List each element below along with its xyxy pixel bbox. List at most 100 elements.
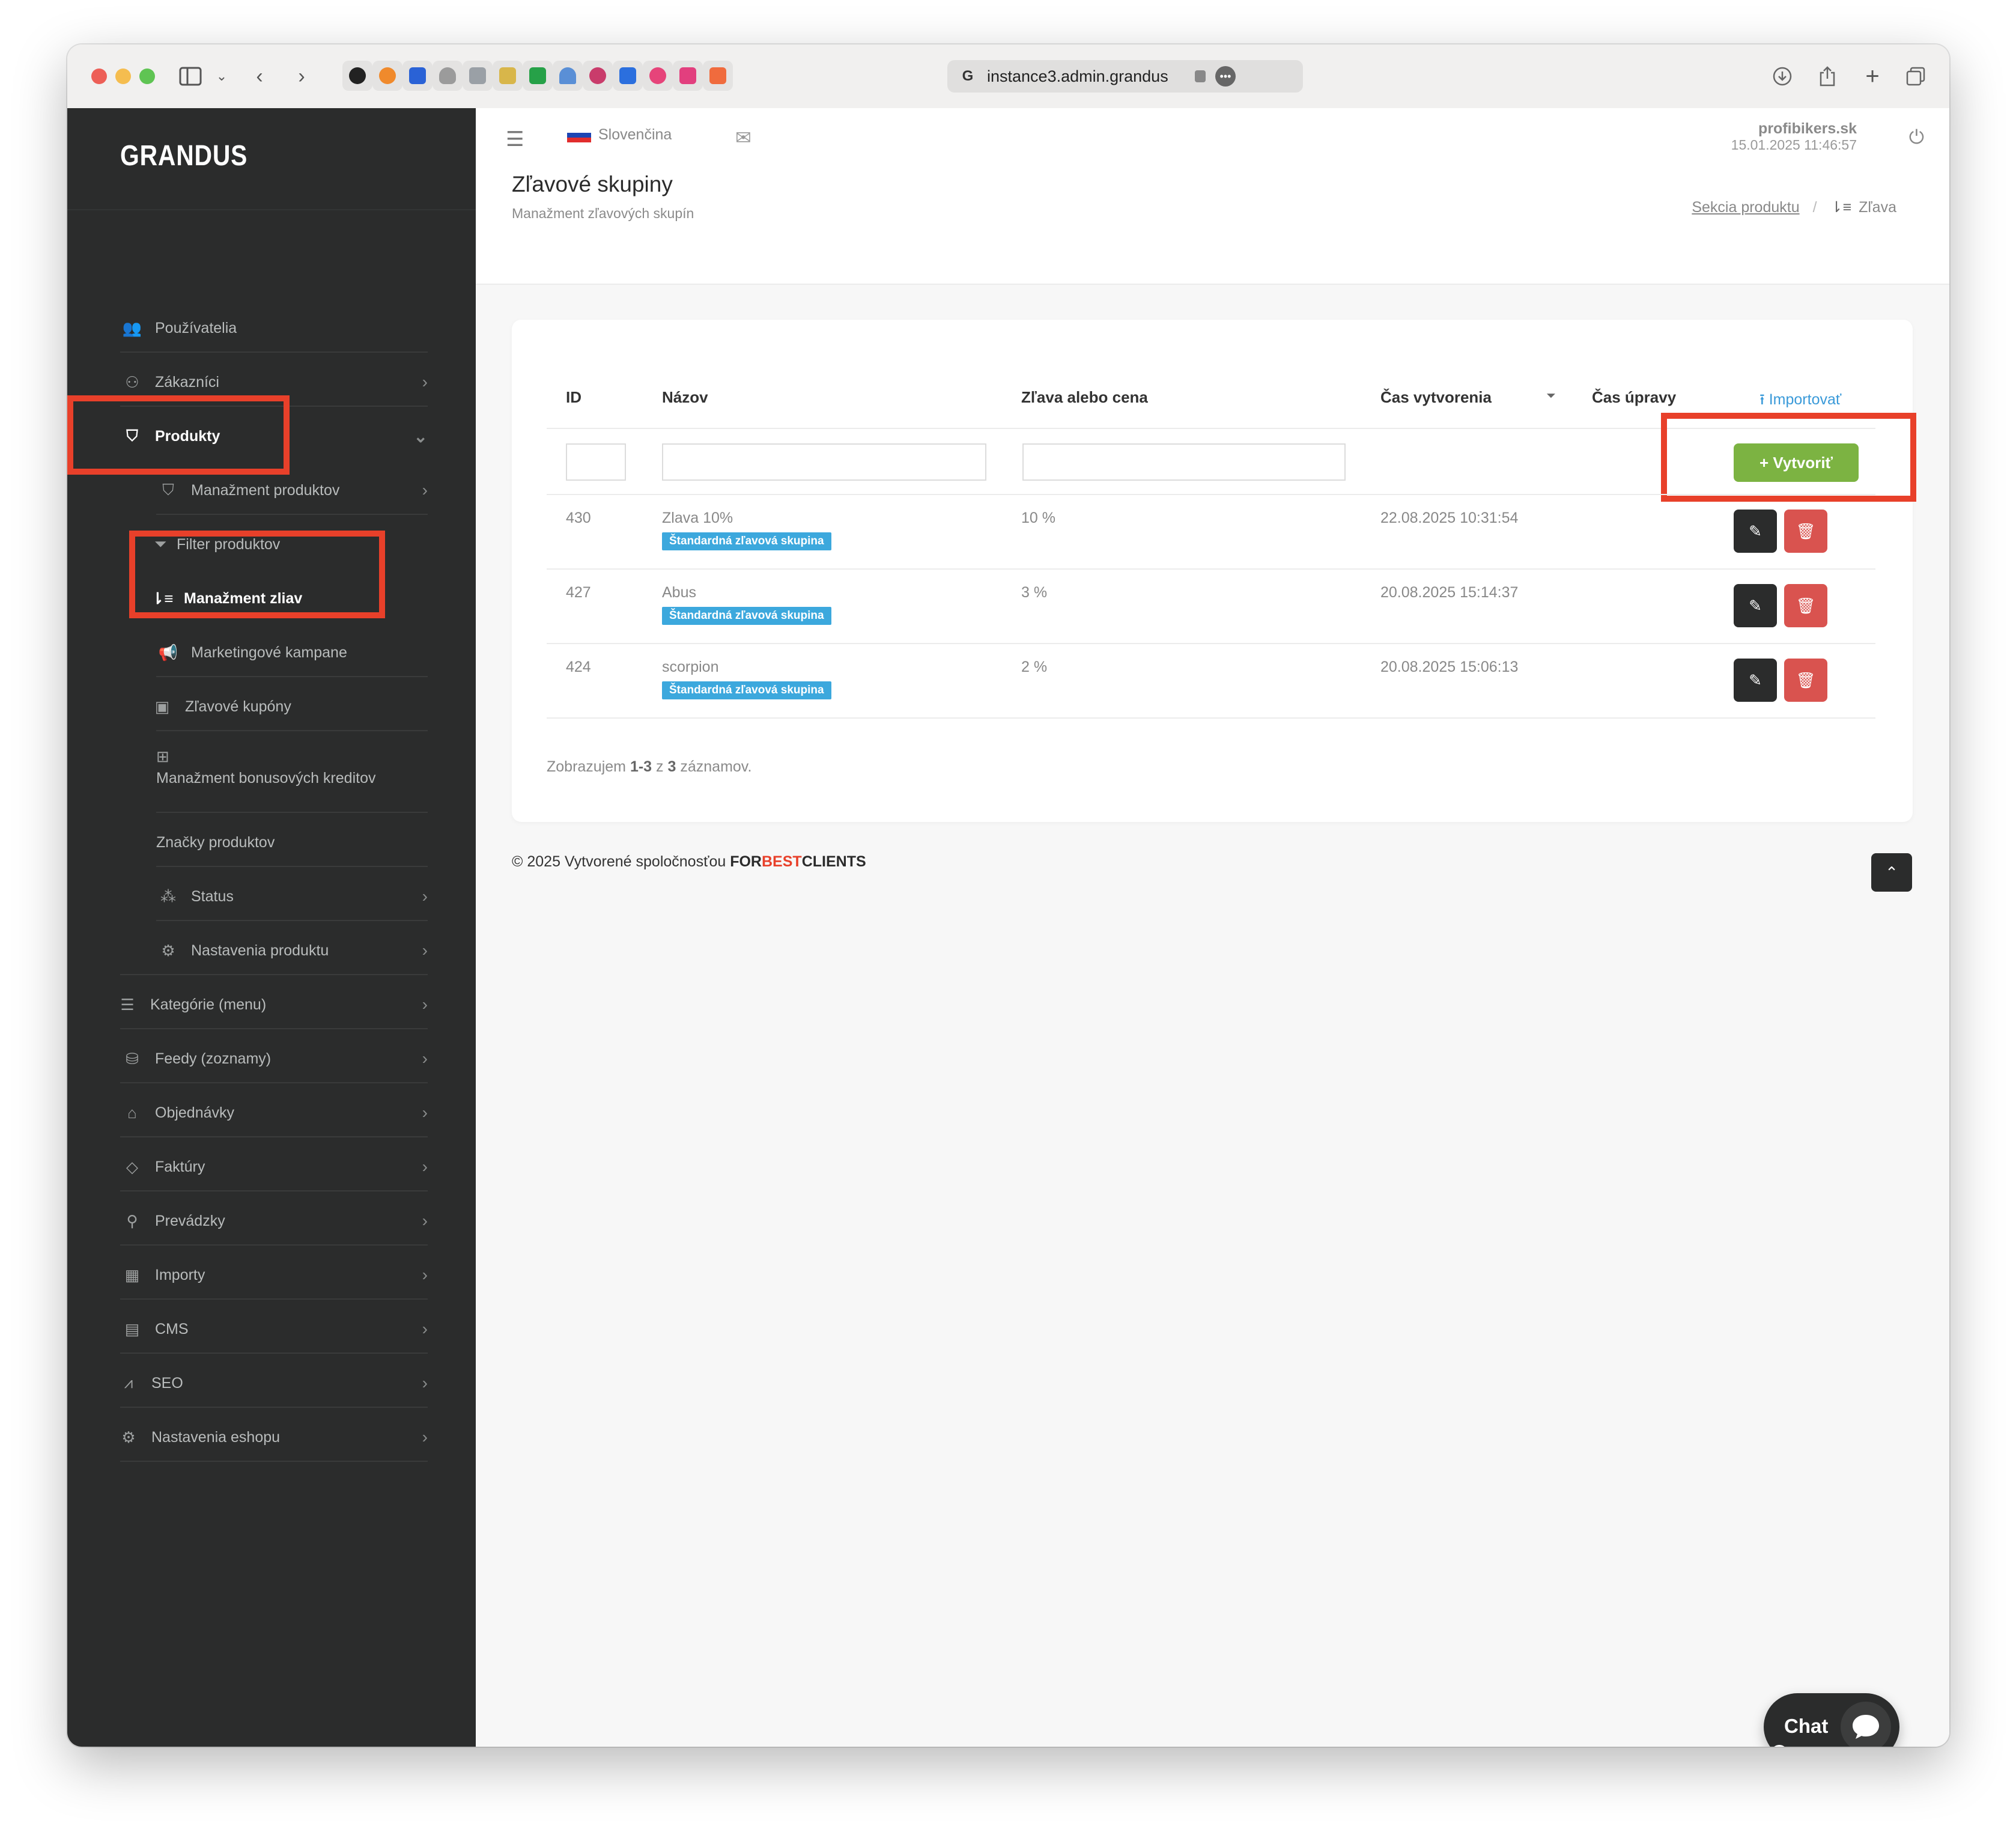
sidebar-item-kategorie[interactable]: ☰ Kategórie (menu) ›	[115, 978, 428, 1031]
sidebar-item-prevadzky[interactable]: ⚲ Prevádzky ›	[120, 1194, 428, 1247]
chevron-right-icon: ›	[422, 373, 428, 391]
clickup-extension-icon[interactable]	[643, 61, 673, 91]
sidebar-item-status[interactable]: ⁂ Status ›	[156, 870, 428, 923]
edit-button[interactable]: ✎	[1734, 659, 1777, 702]
import-link[interactable]: ⭱ Importovať	[1759, 388, 1841, 414]
chevron-right-icon: ›	[422, 1374, 428, 1392]
delete-button[interactable]: 🗑	[1784, 510, 1827, 553]
footer-brand-for[interactable]: FOR	[730, 853, 762, 870]
browser-toolbar: ⌄ ‹ › G instance3.admin.grandus ••• +	[67, 44, 1949, 109]
column-header-updated[interactable]: Čas úpravy	[1592, 388, 1676, 407]
scale-extension-icon[interactable]	[493, 61, 523, 91]
filter-id-input[interactable]	[566, 443, 626, 481]
row-created: 22.08.2025 10:31:54	[1380, 510, 1519, 526]
flag-extension-icon[interactable]	[673, 61, 703, 91]
footer-brand-best[interactable]: BEST	[762, 853, 802, 870]
map-marker-icon: ⚲	[126, 1211, 138, 1230]
edit-button[interactable]: ✎	[1734, 584, 1777, 627]
pencil-icon: ✎	[1749, 522, 1762, 540]
spinner-icon: ⁂	[160, 887, 176, 905]
megaphone-icon: 📢	[158, 643, 178, 662]
github-extension-icon[interactable]	[342, 61, 372, 91]
chevron-down-icon[interactable]: ⌄	[207, 61, 237, 91]
more-icon[interactable]: •••	[1215, 66, 1236, 87]
sidebar-item-zlavove-kupony[interactable]: ▣ Zľavové kupóny	[150, 680, 428, 733]
grafana-extension-icon[interactable]	[372, 61, 402, 91]
sidebar-item-label: CMS	[155, 1320, 189, 1337]
bulb-extension-icon[interactable]	[433, 61, 463, 91]
analytics-extension-icon[interactable]	[703, 61, 733, 91]
sidebar-item-label: Objednávky	[155, 1104, 235, 1121]
sidebar-item-marketingove-kampane[interactable]: 📢 Marketingové kampane	[156, 626, 428, 679]
column-header-discount[interactable]: Zľava alebo cena	[1021, 388, 1148, 407]
edit-button[interactable]: ✎	[1734, 510, 1777, 553]
status-badge: Štandardná zľavová skupina	[662, 532, 831, 550]
power-icon[interactable]: ⏻	[1909, 126, 1924, 149]
url-text: instance3.admin.grandus	[987, 67, 1168, 85]
delete-button[interactable]: 🗑	[1784, 584, 1827, 627]
filter-discount-input[interactable]	[1022, 443, 1346, 481]
forward-icon[interactable]: ›	[287, 61, 317, 91]
sidebar-item-znacky-produktov[interactable]: Značky produktov	[156, 816, 428, 869]
close-window-button[interactable]	[91, 68, 107, 84]
download-icon[interactable]	[1767, 61, 1797, 91]
new-tab-icon[interactable]: +	[1857, 61, 1887, 91]
sidebar-item-label: Importy	[155, 1266, 205, 1283]
column-header-id[interactable]: ID	[566, 388, 581, 407]
swirl-extension-icon[interactable]	[583, 61, 613, 91]
page-title: Zľavové skupiny	[512, 172, 673, 196]
sidebar-item-seo[interactable]: ⩘ SEO ›	[117, 1357, 428, 1410]
mail-icon[interactable]: ✉	[735, 126, 751, 149]
sort-desc-icon[interactable]: ⏷	[1546, 389, 1556, 403]
status-badge: Štandardná zľavová skupina	[662, 607, 831, 625]
row-id: 427	[566, 584, 591, 601]
address-bar[interactable]: G instance3.admin.grandus •••	[947, 60, 1303, 93]
delete-button[interactable]: 🗑	[1784, 659, 1827, 702]
share-icon[interactable]	[1812, 61, 1842, 91]
chevron-right-icon: ›	[422, 1157, 428, 1176]
x-extension-icon[interactable]	[402, 61, 433, 91]
sidebar-item-label: Používatelia	[155, 319, 237, 336]
l-extension-icon[interactable]	[463, 61, 493, 91]
jira-extension-icon[interactable]	[613, 61, 643, 91]
filter-name-input[interactable]	[662, 443, 986, 481]
grandus-logo[interactable]: GRANDUS	[120, 139, 247, 172]
trash-icon: 🗑	[1796, 671, 1816, 689]
scroll-to-top-button[interactable]: ⌃	[1871, 853, 1912, 892]
sidebar-item-faktury[interactable]: ◇ Faktúry ›	[120, 1140, 428, 1193]
minimize-window-button[interactable]	[115, 68, 131, 84]
sidebar-item-nastavenia-eshopu[interactable]: ⚙ Nastavenia eshopu ›	[117, 1411, 428, 1464]
cloud-extension-icon[interactable]	[553, 61, 583, 91]
breadcrumb-link[interactable]: Sekcia produktu	[1692, 199, 1799, 216]
maximize-window-button[interactable]	[139, 68, 155, 84]
main-content: ☰ Slovenčina ✉ profibikers.sk 15.01.2025…	[476, 108, 1949, 1747]
footer-brand-clients[interactable]: CLIENTS	[802, 853, 866, 870]
menu-icon[interactable]: ☰	[506, 127, 524, 151]
column-header-created[interactable]: Čas vytvorenia	[1380, 388, 1492, 407]
sidebar-item-objednavky[interactable]: ⌂ Objednávky ›	[120, 1086, 428, 1139]
sidebar-item-feedy[interactable]: ⛁ Feedy (zoznamy) ›	[120, 1032, 428, 1085]
tabs-overview-icon[interactable]	[1901, 61, 1931, 91]
breadcrumb-current: Zľava	[1859, 198, 1896, 216]
sidebar-item-nastavenia-produktu[interactable]: ⚙ Nastavenia produktu ›	[156, 924, 428, 977]
sidebar-item-manazment-produktov[interactable]: ⛉ Manažment produktov ›	[156, 464, 428, 517]
back-icon[interactable]: ‹	[244, 61, 275, 91]
sidebar-item-importy[interactable]: ▦ Importy ›	[120, 1249, 428, 1301]
sidebar-item-label: Nastavenia produktu	[191, 942, 329, 959]
sidebar-item-label: Značky produktov	[156, 833, 275, 851]
sheets-extension-icon[interactable]	[523, 61, 553, 91]
chat-widget[interactable]: Chat	[1764, 1693, 1899, 1747]
chevron-right-icon: ›	[422, 887, 428, 905]
language-selector[interactable]: Slovenčina	[567, 126, 672, 144]
sidebar-item-bonusove-kredity[interactable]: ⊞ Manažment bonusových kreditov	[156, 734, 428, 809]
trash-icon: 🗑	[1796, 596, 1816, 615]
column-header-name[interactable]: Názov	[662, 388, 708, 407]
sidebar-item-label: Zľavové kupóny	[185, 698, 291, 715]
sidebar-item-pouzivatelia[interactable]: 👥 Používatelia	[120, 302, 493, 355]
chevron-right-icon: ›	[422, 1428, 428, 1446]
chevron-up-icon: ⌃	[1885, 863, 1898, 881]
sidebar-toggle-icon[interactable]	[175, 61, 205, 91]
slovak-flag-icon	[567, 127, 591, 142]
sidebar-item-cms[interactable]: ▤ CMS ›	[120, 1303, 428, 1356]
money-bill-icon: ▣	[154, 697, 170, 716]
